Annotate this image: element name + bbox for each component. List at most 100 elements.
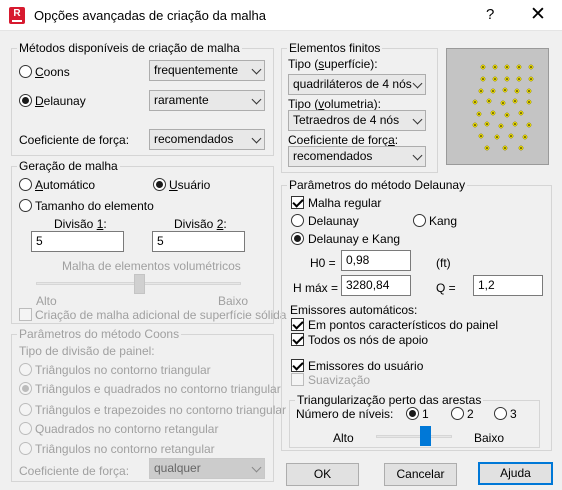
cancel-button[interactable]: Cancelar (384, 463, 457, 486)
chevron-down-icon (251, 64, 262, 75)
delaunay-parameters-legend: Parâmetros do método Delaunay (289, 178, 466, 192)
delaunay-only-label[interactable]: Delaunay (308, 214, 359, 228)
edge-slider-track[interactable] (376, 435, 452, 438)
mesh-node-center (528, 101, 530, 103)
mesh-node-center (502, 102, 504, 104)
user-label[interactable]: Usuário (169, 178, 210, 192)
hmax-label: H máx = (293, 281, 339, 295)
surface-type-label: Tipo (superfície): (288, 57, 378, 71)
coons-option-radio-2[interactable] (19, 403, 32, 416)
mesh-node-center (518, 66, 520, 68)
volume-type-label: Tipo (volumetria): (288, 97, 381, 111)
solid-surface-label: Criação de malha adicional de superfície… (35, 308, 287, 322)
mesh-node-center (494, 66, 496, 68)
division-type-label: Tipo de divisão de painel: (19, 344, 155, 358)
delaunay-kang-label[interactable]: Delaunay e Kang (308, 232, 400, 246)
chevron-down-icon (251, 94, 262, 105)
coons-option-label-0: Triângulos no contorno triangular (35, 363, 211, 377)
delaunay-only-radio[interactable] (291, 214, 304, 227)
help-title-button[interactable]: ? (486, 6, 494, 23)
delaunay-radio[interactable] (19, 94, 32, 107)
mesh-node-center (482, 66, 484, 68)
automatic-radio[interactable] (19, 178, 32, 191)
finite-elements-legend: Elementos finitos (289, 41, 381, 55)
delaunay-frequency-select[interactable]: raramente (149, 90, 265, 111)
mesh-node-center (518, 78, 520, 80)
help-button[interactable]: Ajuda (478, 462, 553, 485)
delaunay-kang-radio[interactable] (291, 232, 304, 245)
kang-radio[interactable] (413, 214, 426, 227)
level-2-radio[interactable] (451, 407, 464, 420)
division-2-label: Divisão 2: (174, 217, 227, 231)
edge-triangulation-legend: Triangularização perto das arestas (297, 393, 482, 407)
level-3-label[interactable]: 3 (510, 407, 517, 421)
surface-type-select[interactable]: quadriláteros de 4 nós (288, 74, 426, 95)
division-2-input[interactable]: 5 (152, 231, 245, 252)
window-title: Opções avançadas de criação da malha (34, 8, 266, 23)
emit-nodes-checkbox[interactable] (291, 333, 304, 346)
coons-option-radio-1[interactable] (19, 382, 32, 395)
element-size-radio[interactable] (19, 199, 32, 212)
mesh-node-center (474, 124, 476, 126)
edge-high-label: Alto (333, 431, 354, 445)
levels-label: Número de níveis: (296, 407, 394, 421)
coons-force-select[interactable]: qualquer (149, 458, 265, 479)
q-input[interactable]: 1,2 (473, 275, 543, 296)
methods-group-legend: Métodos disponíveis de criação de malha (19, 41, 240, 55)
emit-points-label[interactable]: Em pontos característicos do painel (308, 318, 498, 332)
user-radio[interactable] (153, 178, 166, 191)
ok-button[interactable]: OK (286, 463, 359, 486)
volumetric-high-label: Alto (36, 294, 57, 308)
coons-option-label-4: Triângulos no contorno retangular (35, 442, 215, 456)
mesh-node-center (514, 123, 516, 125)
mesh-node-center (516, 90, 518, 92)
level-2-label[interactable]: 2 (467, 407, 474, 421)
coons-radio[interactable] (19, 65, 32, 78)
edge-slider-thumb[interactable] (420, 426, 432, 446)
mesh-node-center (506, 66, 508, 68)
coons-option-radio-4[interactable] (19, 442, 32, 455)
level-1-radio[interactable] (406, 407, 419, 420)
emit-nodes-label[interactable]: Todos os nós de apoio (308, 333, 428, 347)
coons-option-radio-3[interactable] (19, 422, 32, 435)
chevron-down-icon (412, 78, 423, 89)
coons-frequency-select[interactable]: frequentemente (149, 60, 265, 81)
mesh-node-center (486, 123, 488, 125)
kang-label[interactable]: Kang (429, 214, 457, 228)
mesh-node-center (474, 101, 476, 103)
automatic-label[interactable]: Automático (35, 178, 95, 192)
solid-surface-checkbox[interactable] (19, 308, 32, 321)
mesh-preview-image (446, 48, 549, 165)
volume-type-select[interactable]: Tetraedros de 4 nós (288, 110, 426, 131)
mesh-node-center (478, 113, 480, 115)
methods-force-select[interactable]: recomendados (149, 129, 265, 150)
level-1-label[interactable]: 1 (422, 407, 429, 421)
volumetric-slider-thumb[interactable] (133, 274, 145, 294)
mesh-generation-legend: Geração de malha (19, 159, 118, 173)
h0-input[interactable]: 0,98 (341, 250, 411, 271)
hmax-input[interactable]: 3280,84 (341, 275, 411, 296)
mesh-node-center (492, 112, 494, 114)
smoothing-label: Suavização (308, 373, 371, 387)
user-emitters-checkbox[interactable] (291, 359, 304, 372)
coons-option-label-1: Triângulos e quadrados no contorno trian… (35, 382, 281, 396)
unit-label: (ft) (436, 256, 451, 270)
regular-mesh-checkbox[interactable] (291, 196, 304, 209)
coons-option-radio-0[interactable] (19, 363, 32, 376)
division-1-label: Divisão 1: (54, 217, 107, 231)
regular-mesh-label[interactable]: Malha regular (308, 196, 381, 210)
division-1-input[interactable]: 5 (31, 231, 124, 252)
mesh-node-center (520, 112, 522, 114)
coons-label[interactable]: Coons (35, 65, 70, 79)
chevron-down-icon (251, 133, 262, 144)
mesh-node-center (530, 66, 532, 68)
level-3-radio[interactable] (494, 407, 507, 420)
user-emitters-label[interactable]: Emissores do usuário (308, 359, 423, 373)
close-window-button[interactable]: ✕ (530, 3, 546, 26)
element-size-label[interactable]: Tamanho do elemento (35, 199, 154, 213)
delaunay-label[interactable]: Delaunay (35, 94, 86, 108)
emit-points-checkbox[interactable] (291, 318, 304, 331)
smoothing-checkbox[interactable] (291, 373, 304, 386)
q-label: Q = (436, 281, 456, 295)
finite-force-select[interactable]: recomendados (288, 146, 426, 167)
